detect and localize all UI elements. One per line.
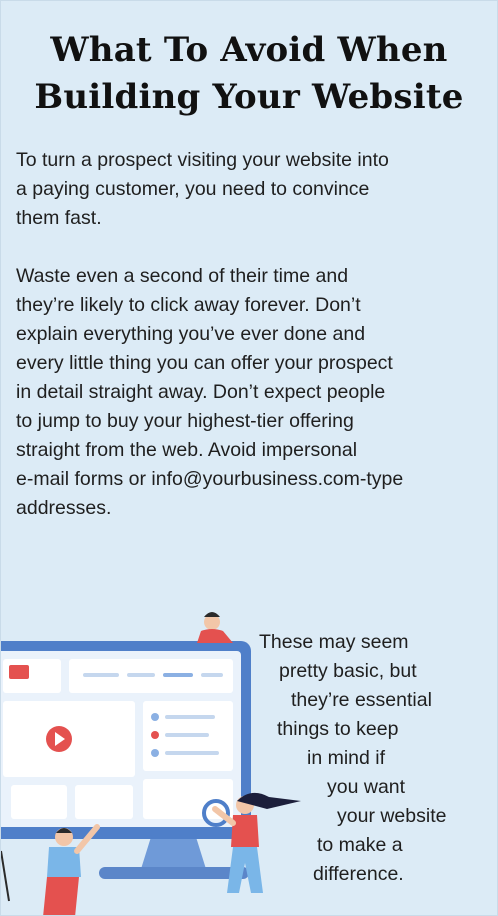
title-line-1: What To Avoid When [50, 30, 448, 70]
person-hair [204, 612, 220, 617]
paragraph-line: To turn a prospect visiting your website… [16, 149, 389, 171]
closing-line: your website [337, 805, 447, 827]
article-card: What To Avoid When Building Your Website… [0, 0, 498, 916]
closing-line: pretty basic, but [279, 660, 417, 682]
paragraph-1: To turn a prospect visiting your website… [16, 146, 491, 233]
paragraph-line: to jump to buy your highest-tier offerin… [16, 410, 354, 432]
closing-line: difference. [313, 863, 404, 885]
closing-line: in mind if [307, 747, 386, 769]
article-title: What To Avoid When Building Your Website [1, 27, 497, 121]
paragraph-line: in detail straight away. Don’t expect pe… [16, 381, 386, 403]
paragraph-line: every little thing you can offer your pr… [16, 352, 393, 374]
article-body: To turn a prospect visiting your website… [16, 146, 491, 523]
closing-line: These may seem [259, 631, 409, 653]
closing-line: they’re essential [291, 689, 432, 711]
title-line-2: Building Your Website [34, 77, 464, 117]
closing-text: These may seem pretty basic, but they’re… [1, 628, 497, 888]
paragraph-line: straight from the web. Avoid impersonal [16, 439, 358, 461]
paragraph-2: Waste even a second of their time and th… [16, 262, 491, 523]
paragraph-line: Waste even a second of their time and [16, 265, 349, 287]
paragraph-line: e-mail forms or info@yourbusiness.com-ty… [16, 468, 404, 490]
paragraph-line: a paying customer, you need to convince [16, 178, 370, 200]
paragraph-line: addresses. [16, 497, 112, 519]
closing-line: to make a [317, 834, 403, 856]
paragraph-line: they’re likely to click away forever. Do… [16, 294, 361, 316]
paragraph-line: them fast. [16, 207, 102, 229]
closing-line: you want [327, 776, 406, 798]
paragraph-line: explain everything you’ve ever done and [16, 323, 366, 345]
closing-line: things to keep [277, 718, 399, 740]
